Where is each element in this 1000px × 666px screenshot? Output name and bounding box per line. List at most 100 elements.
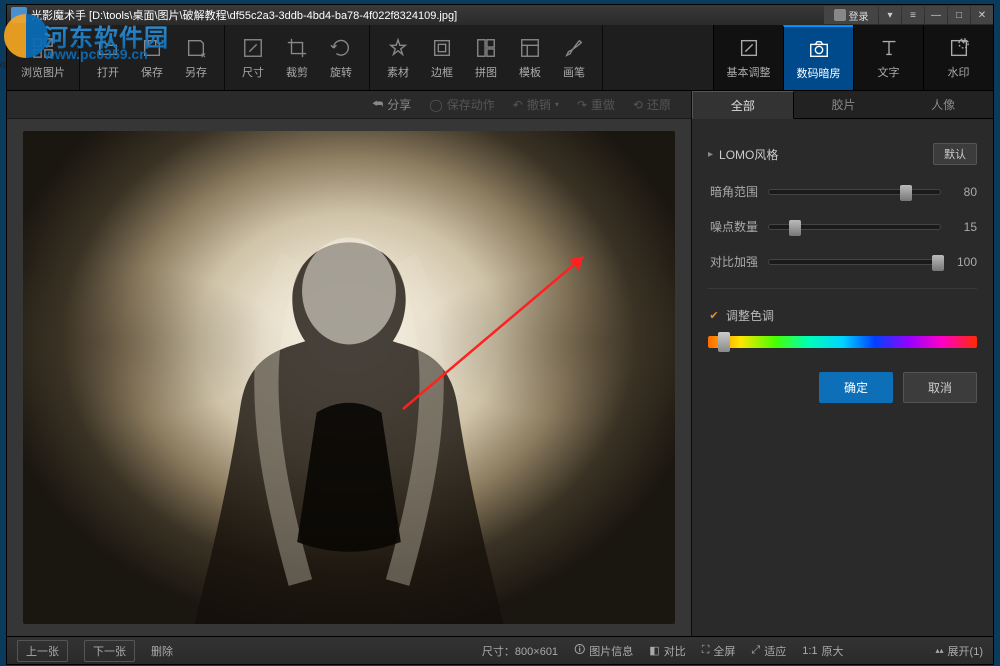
rotate-icon xyxy=(329,36,353,60)
save-button[interactable]: 保存 xyxy=(130,29,174,86)
fullscreen-button[interactable]: ⛶全屏 xyxy=(702,643,736,659)
effect-header[interactable]: ▸ LOMO风格 默认 xyxy=(708,143,977,165)
fit-button[interactable]: ⤢适应 xyxy=(751,643,786,659)
titlebar: 光影魔术手 [D:\tools\桌面\图片\破解教程\df55c2a3-3ddb… xyxy=(7,5,993,25)
view-images-button[interactable]: 浏览图片 xyxy=(13,29,73,86)
next-image-button[interactable]: 下一张 xyxy=(84,640,135,662)
effect-name: LOMO风格 xyxy=(719,146,933,163)
save-action-button[interactable]: ◯保存动作 xyxy=(429,96,494,113)
saveas-button[interactable]: 另存 xyxy=(174,29,218,86)
contrast-label: 对比加强 xyxy=(708,253,758,270)
basic-label: 基本调整 xyxy=(727,64,771,80)
expand-label: 展开(1) xyxy=(948,643,983,659)
panel-body: ▸ LOMO风格 默认 暗角范围 80 噪点数量 15 对比加强 xyxy=(692,119,993,636)
image-info-button[interactable]: 🛈图片信息 xyxy=(574,641,633,660)
caret-icon: ▸ xyxy=(708,149,713,160)
watermark-tab[interactable]: 水印 xyxy=(923,25,993,90)
share-button[interactable]: ⮪分享 xyxy=(372,96,411,113)
slider-thumb[interactable] xyxy=(900,185,912,201)
undo-button[interactable]: ↶撤销▾ xyxy=(513,96,559,113)
canvas-subbar: ⮪分享 ◯保存动作 ↶撤销▾ ↷重做 ⟲还原 xyxy=(7,91,691,119)
rotate-button[interactable]: 旋转 xyxy=(319,29,363,86)
folder-icon xyxy=(96,36,120,60)
vignette-slider[interactable] xyxy=(768,189,941,195)
camera-icon xyxy=(807,37,831,61)
maximize-button[interactable]: □ xyxy=(948,6,970,24)
cancel-button[interactable]: 取消 xyxy=(903,372,977,403)
chevron-up-icon: ▴▴ xyxy=(936,646,944,655)
delete-button[interactable]: 删除 xyxy=(151,643,173,659)
vignette-value: 80 xyxy=(951,185,977,199)
view-label: 浏览图片 xyxy=(21,64,65,80)
checkbox-checked-icon[interactable]: ✔ xyxy=(708,310,720,322)
size-button[interactable]: 尺寸 xyxy=(231,29,275,86)
orig-icon: 1:1 xyxy=(802,645,817,657)
login-button[interactable]: 登录 xyxy=(824,6,878,24)
text-tab[interactable]: 文字 xyxy=(853,25,923,90)
login-label: 登录 xyxy=(849,8,869,23)
contrast-value: 100 xyxy=(951,255,977,269)
fullscreen-label: 全屏 xyxy=(713,643,735,659)
basic-adjust-tab[interactable]: 基本调整 xyxy=(713,25,783,90)
fullscreen-icon: ⛶ xyxy=(702,644,710,657)
crop-button[interactable]: 裁剪 xyxy=(275,29,319,86)
collage-button[interactable]: 拼图 xyxy=(464,29,508,86)
info-label: 图片信息 xyxy=(589,643,633,659)
rotate-label: 旋转 xyxy=(330,64,352,80)
close-button[interactable]: ✕ xyxy=(971,6,993,24)
hue-label: 调整色调 xyxy=(726,307,774,324)
undo-label: 撤销 xyxy=(527,96,551,113)
dropdown-button[interactable]: ▾ xyxy=(879,6,901,24)
window-title: 光影魔术手 [D:\tools\桌面\图片\破解教程\df55c2a3-3ddb… xyxy=(31,7,823,23)
minimize-button[interactable]: — xyxy=(925,6,947,24)
settings-button[interactable]: ≡ xyxy=(902,6,924,24)
vignette-label: 暗角范围 xyxy=(708,183,758,200)
save-label: 保存 xyxy=(141,64,163,80)
hue-thumb[interactable] xyxy=(718,332,730,352)
user-icon xyxy=(834,9,846,21)
slider-thumb[interactable] xyxy=(932,255,944,271)
statusbar: 上一张 下一张 删除 尺寸：800×601 🛈图片信息 ◧对比 ⛶全屏 ⤢适应 … xyxy=(7,636,993,664)
restore-button[interactable]: ⟲还原 xyxy=(633,96,671,113)
undo-icon: ↶ xyxy=(513,98,523,112)
save-icon xyxy=(140,36,164,60)
image-size-label: 尺寸：800×601 xyxy=(482,643,558,659)
content-area: ⮪分享 ◯保存动作 ↶撤销▾ ↷重做 ⟲还原 xyxy=(7,91,993,636)
original-size-button[interactable]: 1:1原大 xyxy=(802,643,843,659)
tab-all[interactable]: 全部 xyxy=(692,91,794,119)
tab-portrait[interactable]: 人像 xyxy=(893,91,993,119)
figure-silhouette xyxy=(147,210,551,624)
material-label: 素材 xyxy=(387,64,409,80)
redo-icon: ↷ xyxy=(577,98,587,112)
default-button[interactable]: 默认 xyxy=(933,143,977,165)
slider-thumb[interactable] xyxy=(789,220,801,236)
redo-button[interactable]: ↷重做 xyxy=(577,96,615,113)
restore-icon: ⟲ xyxy=(633,98,643,112)
app-window: 光影魔术手 [D:\tools\桌面\图片\破解教程\df55c2a3-3ddb… xyxy=(6,4,994,665)
noise-value: 15 xyxy=(951,220,977,234)
brush-icon xyxy=(562,36,586,60)
image-canvas[interactable] xyxy=(7,119,691,636)
open-button[interactable]: 打开 xyxy=(86,29,130,86)
confirm-button[interactable]: 确定 xyxy=(819,372,893,403)
darkroom-tab[interactable]: 数码暗房 xyxy=(783,25,853,90)
right-tool-tabs: 基本调整 数码暗房 文字 水印 xyxy=(713,25,993,90)
watermark-icon xyxy=(947,36,971,60)
divider xyxy=(708,288,977,289)
hue-checkbox-row[interactable]: ✔ 调整色调 xyxy=(708,307,977,324)
compare-button[interactable]: ◧对比 xyxy=(649,643,685,659)
tab-film[interactable]: 胶片 xyxy=(794,91,894,119)
resize-icon xyxy=(241,36,265,60)
prev-image-button[interactable]: 上一张 xyxy=(17,640,68,662)
expand-button[interactable]: ▴▴ 展开(1) xyxy=(936,643,983,659)
hue-slider[interactable] xyxy=(708,336,977,348)
record-icon: ◯ xyxy=(429,98,442,112)
brush-button[interactable]: 画笔 xyxy=(552,29,596,86)
border-button[interactable]: 边框 xyxy=(420,29,464,86)
contrast-slider[interactable] xyxy=(768,259,941,265)
template-icon xyxy=(518,36,542,60)
filter-tabs: 全部 胶片 人像 xyxy=(692,91,993,119)
template-button[interactable]: 模板 xyxy=(508,29,552,86)
material-button[interactable]: 素材 xyxy=(376,29,420,86)
noise-slider[interactable] xyxy=(768,224,941,230)
